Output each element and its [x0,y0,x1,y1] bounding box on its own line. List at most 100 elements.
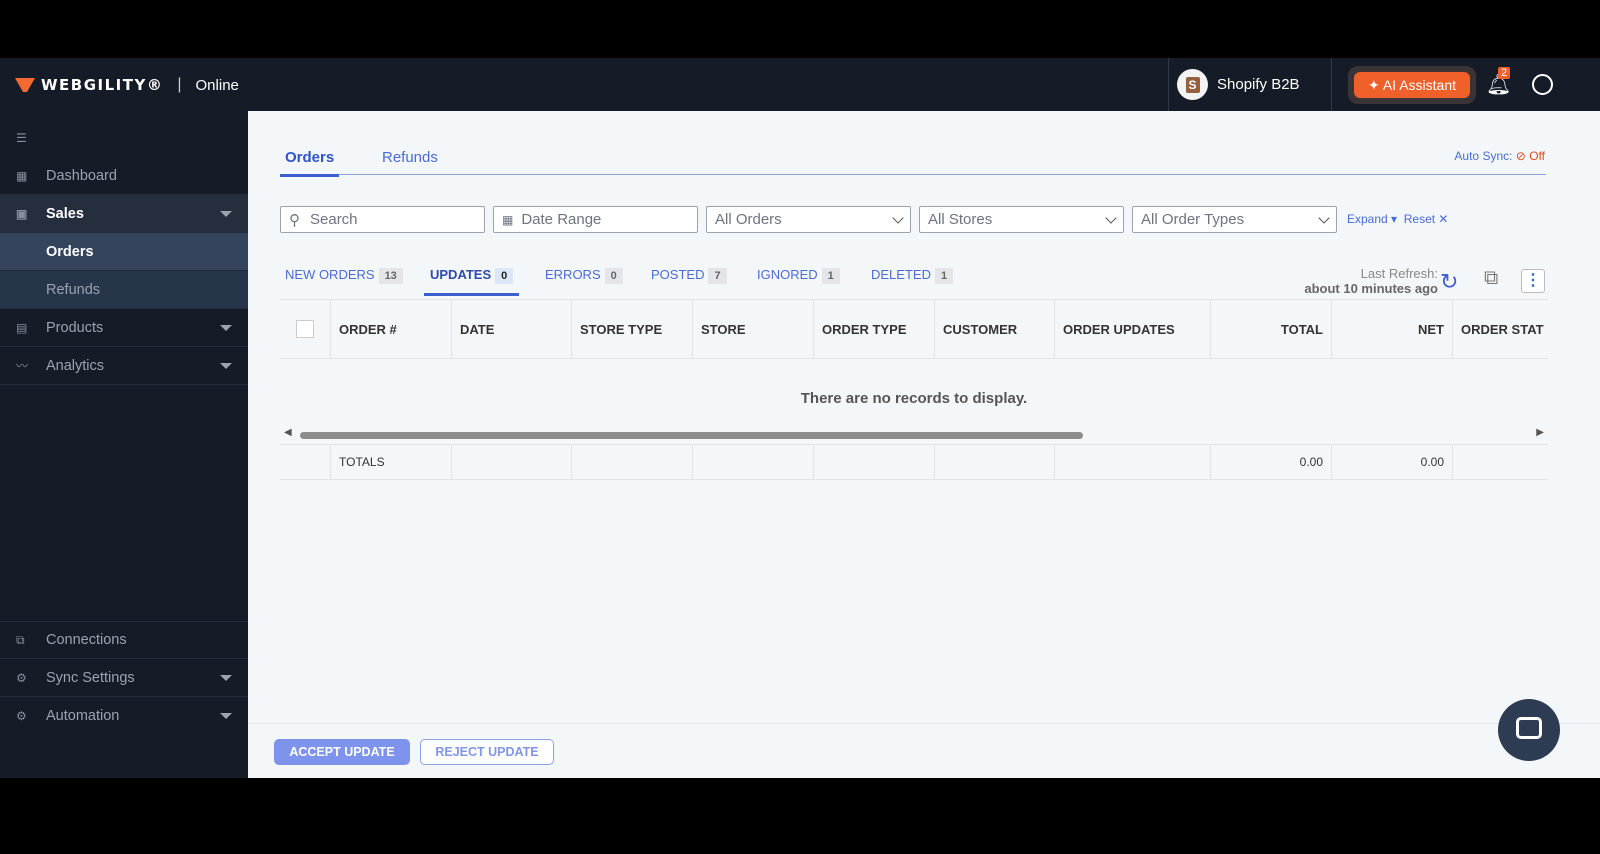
totals-cell [935,444,1055,480]
label: Sales [46,205,84,222]
status-tab-errors[interactable]: ERRORS 0 [545,267,623,293]
label: NEW ORDERS [285,267,375,282]
col-customer[interactable]: CUSTOMER [935,300,1055,359]
label: Connections [46,632,127,648]
value: All Order Types [1141,211,1245,228]
label: Automation [46,708,120,724]
count: 1 [821,268,840,284]
sidebar-item-sync-settings[interactable]: ⚙ Sync Settings [0,659,248,697]
product-name: Online [195,76,239,94]
label: Sync Settings [46,669,135,686]
auto-sync-value: Off [1529,149,1545,163]
totals-cell [572,444,693,480]
col-net[interactable]: NET [1332,300,1453,359]
reject-update-button[interactable]: REJECT UPDATE [420,739,554,765]
chevron-down-icon [220,674,232,681]
collapse-menu-icon[interactable]: ☰ [0,119,248,157]
more-options-icon[interactable]: ⋮ [1521,269,1545,293]
brand-name: WEBGILITY® [41,76,164,94]
count: 0 [495,268,514,284]
label: Refunds [46,281,101,298]
totals-cell [693,444,814,480]
sidebar-item-orders[interactable]: Orders [0,233,248,271]
label: Orders [46,243,94,260]
chevron-down-icon [892,212,904,224]
scroll-right-icon[interactable]: ▶ [1536,427,1544,438]
sidebar-item-refunds[interactable]: Refunds [0,271,248,309]
notification-badge: 2 [1498,67,1511,79]
refresh-icon[interactable]: ↻ [1440,269,1458,295]
date-range-input[interactable]: ▦ Date Range [493,206,698,233]
col-date[interactable]: DATE [452,300,572,359]
orders-select[interactable]: All Orders [706,206,911,233]
status-tab-updates[interactable]: UPDATES 0 [424,267,520,296]
gear-icon: ⚙ [16,670,27,685]
bag-icon: ▣ [16,206,28,221]
orders-table: ORDER # DATE STORE TYPE STORE ORDER TYPE… [280,299,1548,480]
analytics-icon: 〰 [16,359,29,373]
order-types-select[interactable]: All Order Types [1132,206,1337,233]
horizontal-scrollbar[interactable]: ◀ ▶ [280,427,1548,440]
store-selector[interactable]: S Shopify B2B [1168,58,1332,111]
scroll-left-icon[interactable]: ◀ [284,427,292,438]
count: 13 [378,268,403,284]
sidebar-item-automation[interactable]: ⚙ Automation [0,697,248,735]
col-order-number[interactable]: ORDER # [331,300,452,359]
select-all-checkbox[interactable] [296,320,314,338]
stores-select[interactable]: All Stores [919,206,1124,233]
totals-cell [1453,444,1548,480]
label: Dashboard [46,167,117,184]
sidebar-item-sales[interactable]: ▣ Sales [0,195,248,233]
ai-assistant-button[interactable]: ✦ AI Assistant [1354,72,1470,98]
totals-label: TOTALS [331,444,452,480]
search-input[interactable]: ⚲ Search [280,206,485,233]
tab-refunds[interactable]: Refunds [377,149,443,174]
sidebar-item-connections[interactable]: ⧉ Connections [0,621,248,659]
totals-cell [1055,444,1211,480]
expand-link[interactable]: Expand [1347,212,1388,226]
user-icon[interactable] [1532,74,1553,95]
sidebar-item-analytics[interactable]: 〰 Analytics [0,347,248,385]
chevron-down-icon [220,362,232,369]
ban-icon: ⊘ [1515,149,1526,163]
label: Products [46,319,104,336]
tab-orders[interactable]: Orders [280,149,340,177]
label: DELETED [871,267,931,282]
status-tab-deleted[interactable]: DELETED 1 [871,267,954,293]
label: ERRORS [545,267,601,282]
col-store-type[interactable]: STORE TYPE [572,300,693,359]
search-icon: ⚲ [289,211,300,229]
placeholder: Date Range [521,211,602,228]
col-store[interactable]: STORE [693,300,814,359]
dashboard-icon: ▦ [16,168,28,183]
chat-widget-icon[interactable] [1498,699,1560,761]
totals-total: 0.00 [1211,444,1332,480]
col-order-updates[interactable]: ORDER UPDATES [1055,300,1211,359]
col-order-type[interactable]: ORDER TYPE [814,300,935,359]
sidebar-item-products[interactable]: ▤ Products [0,309,248,347]
auto-sync-toggle[interactable]: Auto Sync: ⊘ Off [1454,149,1545,163]
value: All Stores [928,211,993,228]
ai-assistant-wrap: ✦ AI Assistant [1348,66,1476,104]
export-icon[interactable]: ⧉ [1484,267,1498,290]
status-tab-new-orders[interactable]: NEW ORDERS 13 [285,267,403,293]
col-order-status[interactable]: ORDER STAT [1453,300,1548,359]
scrollbar-thumb[interactable] [300,432,1083,439]
webgility-logo-icon [15,78,35,92]
sidebar-item-dashboard[interactable]: ▦ Dashboard [0,157,248,195]
chevron-down-icon [220,324,232,331]
action-footer: ACCEPT UPDATE REJECT UPDATE [248,723,1600,778]
status-tab-ignored[interactable]: IGNORED 1 [757,267,840,293]
col-total[interactable]: TOTAL [1211,300,1332,359]
app: WEBGILITY® | Online S Shopify B2B ✦ AI Assi… [0,58,1600,778]
store-name: Shopify B2B [1217,76,1300,93]
box-icon: ▤ [16,320,28,335]
logo[interactable]: WEBGILITY® | Online [15,76,239,94]
status-tab-posted[interactable]: POSTED 7 [651,267,727,293]
empty-message: There are no records to display. [800,390,1028,407]
label: Analytics [46,357,105,374]
automation-icon: ⚙ [16,709,27,723]
reset-link[interactable]: Reset [1404,212,1435,226]
accept-update-button[interactable]: ACCEPT UPDATE [274,739,410,765]
connections-icon: ⧉ [16,632,25,647]
